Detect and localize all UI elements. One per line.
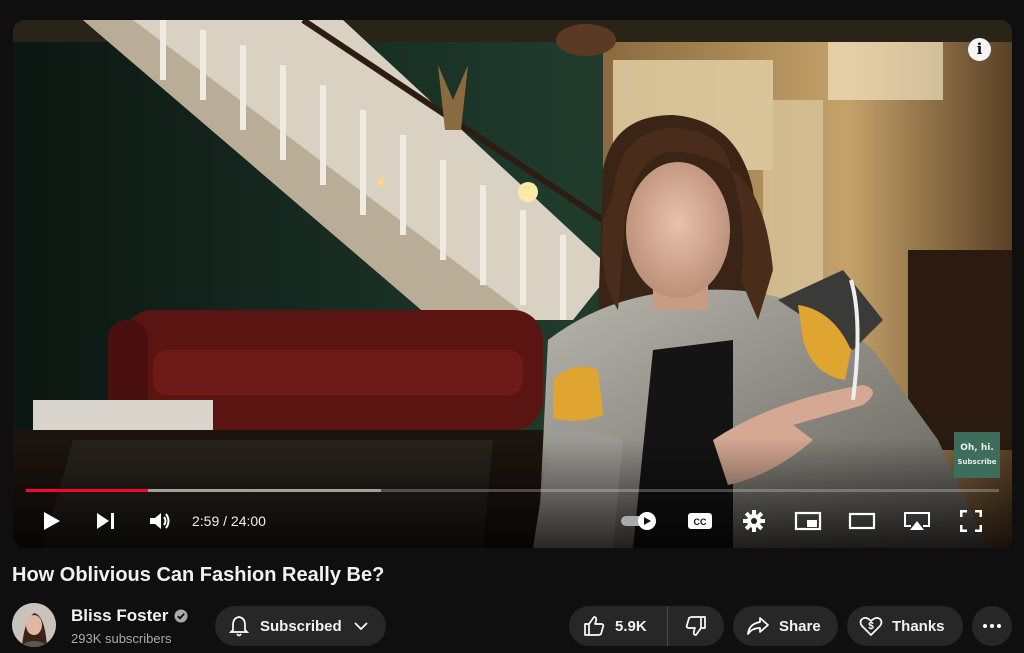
subscribe-watermark[interactable]: Oh, hi. Subscribe [954,432,1000,478]
cc-text: CC [694,517,707,527]
more-actions-button[interactable] [972,606,1012,646]
verified-check-icon [174,609,188,623]
avatar-image [12,603,56,647]
time-separator: / [219,513,231,529]
thanks-heart-dollar-icon: $ [859,617,883,636]
current-time: 2:59 [192,513,220,529]
autoplay-toggle-icon [621,512,656,530]
subscribe-button[interactable]: Subscribed [215,606,386,646]
volume-button[interactable] [143,500,177,542]
settings-button[interactable] [734,500,774,542]
next-button[interactable] [89,500,123,542]
channel-name-link[interactable]: Bliss Foster [71,606,188,626]
time-display: 2:59 / 24:00 [192,500,266,542]
theater-mode-icon [848,512,876,530]
subscribe-label: Subscribed [260,617,342,635]
share-arrow-icon [747,617,769,635]
thumbs-up-icon [584,616,605,636]
cast-icon [904,512,930,530]
watermark-subscribe-text: Subscribe [957,458,997,466]
captions-button[interactable]: CC [680,500,720,542]
fullscreen-button[interactable] [951,500,991,542]
fullscreen-icon [960,510,982,532]
settings-gear-icon [743,510,765,532]
miniplayer-button[interactable] [788,500,828,542]
progress-played [26,489,148,492]
volume-icon [150,513,170,529]
svg-text:$: $ [868,621,874,632]
thanks-label: Thanks [892,617,945,635]
video-player[interactable]: i Oh, hi. Subscribe 2:59 / 24:00 CC [13,20,1012,548]
info-icon[interactable]: i [968,38,991,61]
like-count: 5.9K [615,617,647,635]
channel-name: Bliss Foster [71,606,169,625]
bell-icon [229,616,249,637]
theater-mode-button[interactable] [842,500,882,542]
miniplayer-icon [794,511,822,531]
more-dots-icon [983,624,1001,628]
dislike-button[interactable] [667,606,724,646]
like-button[interactable]: 5.9K [569,606,667,646]
duration: 24:00 [230,513,266,529]
captions-icon: CC [688,513,712,529]
share-label: Share [779,617,821,635]
autoplay-toggle[interactable] [619,500,659,542]
channel-avatar[interactable] [12,603,56,647]
cast-button[interactable] [897,500,937,542]
share-button[interactable]: Share [733,606,838,646]
watermark-text: Oh, hi. [960,443,994,453]
subscriber-count: 293K subscribers [71,631,172,646]
player-controls: 2:59 / 24:00 CC [13,500,1012,542]
play-button[interactable] [35,500,69,542]
progress-bar[interactable] [26,489,999,492]
video-title: How Oblivious Can Fashion Really Be? [12,564,385,586]
like-dislike-group: 5.9K [569,606,724,646]
thumbs-down-icon [685,616,706,636]
play-icon [44,512,60,530]
next-icon [97,513,114,529]
thanks-button[interactable]: $ Thanks [847,606,963,646]
chevron-down-icon [354,622,368,631]
